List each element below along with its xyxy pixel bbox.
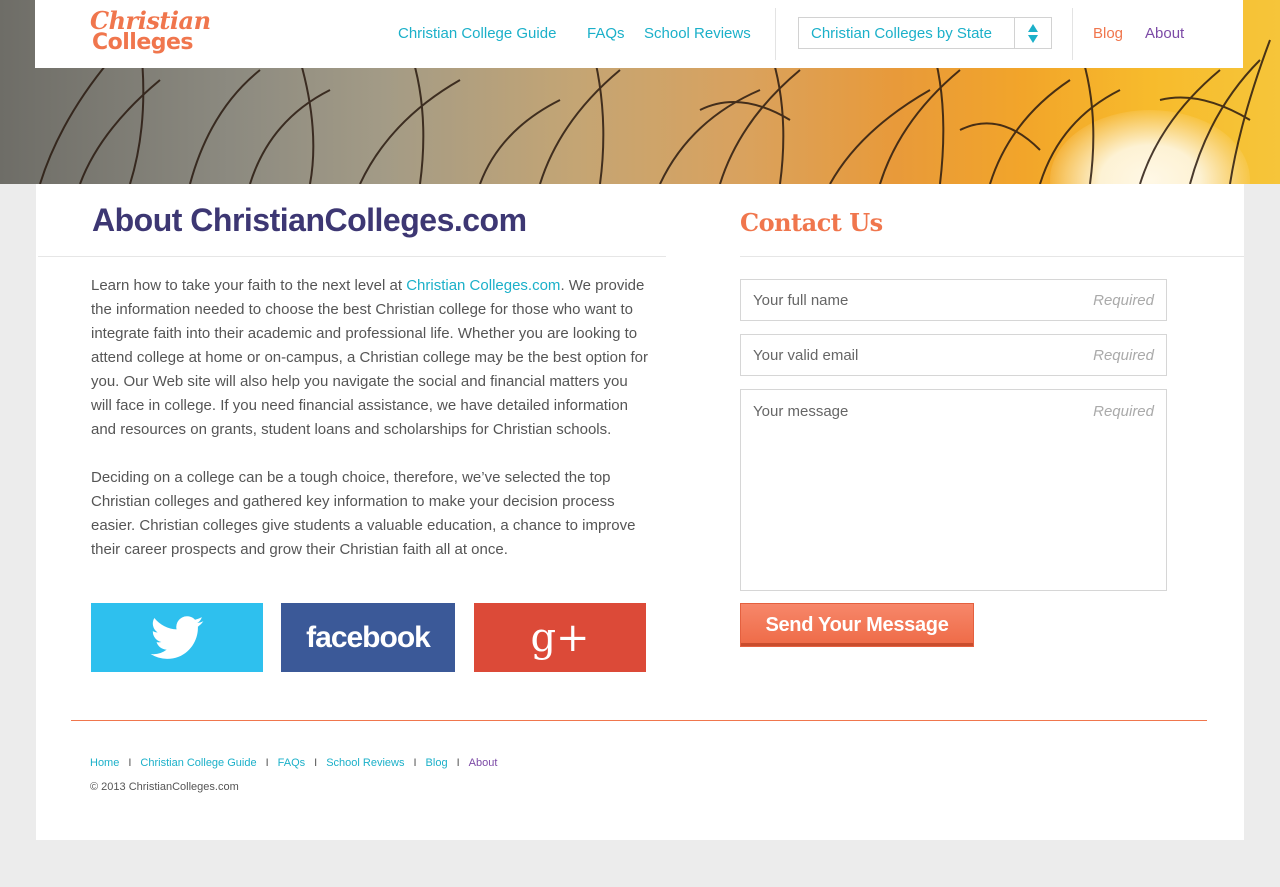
nav-about[interactable]: About: [1145, 25, 1184, 42]
state-select-value: Christian Colleges by State: [811, 25, 992, 42]
email-field[interactable]: Your valid email Required: [740, 334, 1167, 376]
logo-line-2: Colleges: [92, 30, 194, 55]
nav-faqs[interactable]: FAQs: [587, 25, 625, 42]
contact-title: Contact Us: [740, 208, 883, 237]
facebook-button[interactable]: facebook: [281, 603, 455, 672]
footer-separator: I: [265, 757, 269, 769]
footer-separator: I: [456, 757, 460, 769]
nav-blog[interactable]: Blog: [1093, 25, 1123, 42]
nav-school-reviews[interactable]: School Reviews: [644, 25, 751, 42]
about-paragraph-2: Deciding on a college can be a tough cho…: [91, 469, 636, 558]
nav-divider: [775, 8, 776, 60]
page-title: About ChristianColleges.com: [92, 202, 527, 238]
select-arrows-icon: [1014, 18, 1051, 48]
googleplus-button[interactable]: g+: [474, 603, 646, 672]
site-logo[interactable]: Christian Colleges: [90, 6, 211, 55]
about-text: Learn how to take your faith to the next…: [91, 274, 651, 586]
header-bar: Christian Colleges Christian College Gui…: [35, 0, 1243, 68]
about-paragraph-1: Learn how to take your faith to the next…: [91, 274, 651, 442]
footer-link-reviews[interactable]: School Reviews: [326, 757, 404, 769]
googleplus-label: g+: [530, 614, 590, 661]
footer-nav: Home I Christian College Guide I FAQs I School…: [90, 757, 497, 769]
contact-divider: [740, 256, 1244, 257]
message-field[interactable]: Your message Required: [740, 389, 1167, 591]
footer-separator: I: [128, 757, 132, 769]
email-placeholder: Your valid email: [753, 347, 859, 364]
main-content: About ChristianColleges.com Learn how to…: [36, 184, 1244, 840]
logo-line-1: Christian: [90, 6, 211, 35]
facebook-label: facebook: [306, 620, 431, 654]
footer-link-guide[interactable]: Christian College Guide: [140, 757, 256, 769]
required-hint: Required: [1093, 403, 1154, 420]
name-placeholder: Your full name: [753, 292, 849, 309]
about-p1-end: . We provide the information needed to c…: [91, 277, 648, 438]
message-placeholder: Your message: [753, 403, 849, 420]
footer-link-blog[interactable]: Blog: [426, 757, 448, 769]
required-hint: Required: [1093, 292, 1154, 309]
nav-divider: [1072, 8, 1073, 60]
copyright-text: © 2013 ChristianColleges.com: [90, 781, 239, 793]
nav-christian-college-guide[interactable]: Christian College Guide: [398, 25, 556, 42]
state-select[interactable]: Christian Colleges by State: [798, 17, 1052, 49]
christiancolleges-link[interactable]: Christian Colleges.com: [406, 277, 560, 294]
twitter-button[interactable]: [91, 603, 263, 672]
footer-separator: I: [314, 757, 318, 769]
about-p1-start: Learn how to take your faith to the next…: [91, 277, 407, 294]
footer-link-faqs[interactable]: FAQs: [278, 757, 306, 769]
arrow-up-icon: [1028, 24, 1038, 32]
title-divider: [38, 256, 666, 257]
required-hint: Required: [1093, 347, 1154, 364]
twitter-bird-icon: [150, 615, 204, 659]
send-message-button[interactable]: Send Your Message: [740, 603, 974, 647]
footer-separator: I: [413, 757, 417, 769]
arrow-down-icon: [1028, 35, 1038, 43]
footer-divider: [71, 720, 1207, 721]
footer-link-about[interactable]: About: [469, 757, 498, 769]
name-field[interactable]: Your full name Required: [740, 279, 1167, 321]
footer-link-home[interactable]: Home: [90, 757, 119, 769]
